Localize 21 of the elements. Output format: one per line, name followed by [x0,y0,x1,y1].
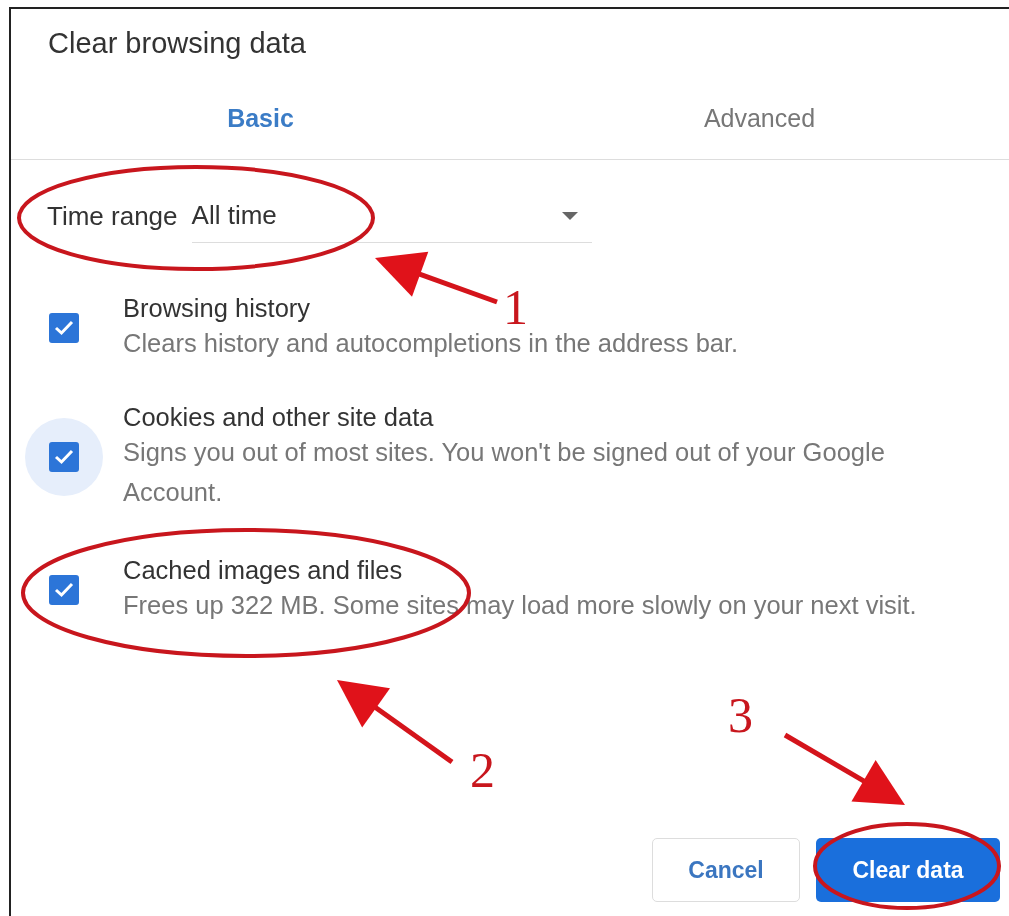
cancel-button[interactable]: Cancel [652,838,800,902]
tab[interactable]: Advanced [510,77,1009,159]
step-number: 2 [470,745,495,795]
clear-data-button[interactable]: Clear data [816,838,1000,902]
checkbox[interactable] [49,575,79,605]
check-icon [54,449,74,465]
caret-icon [561,211,578,220]
time-range-dropdown[interactable]: All time [191,189,592,243]
time-range-label: Time range [47,200,178,232]
option-description: Signs you out of most sites. You won't be signed out of your Google Account. [123,437,886,508]
dialog-title: Clear browsing data [47,26,306,61]
step-number: 3 [728,690,753,740]
checkbox[interactable] [49,442,79,472]
option-title: Browsing history [123,293,311,323]
option-title: Cookies and other site data [123,402,434,432]
option-description: Frees up 322 MB. Some sites may load more slowly on your next visit. [123,590,917,621]
option-title: Cached images and files [123,555,403,585]
check-icon [54,320,74,336]
tab[interactable]: Basic [11,77,510,159]
check-icon [54,582,74,598]
checkbox[interactable] [49,313,79,343]
